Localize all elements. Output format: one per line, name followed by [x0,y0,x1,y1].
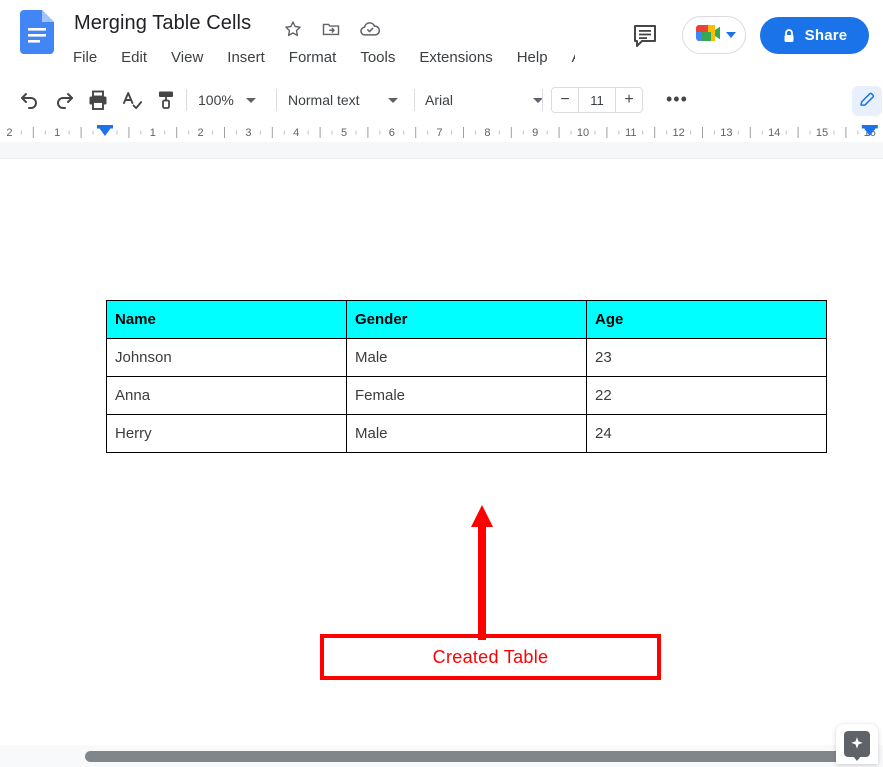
print-icon[interactable] [86,88,110,112]
google-meet-icon [693,21,723,50]
cloud-saved-icon[interactable] [359,19,381,39]
more-options-button[interactable]: ••• [666,90,688,108]
table-cell[interactable]: Herry [106,414,347,453]
font-size-stepper: − 11 + [551,87,643,113]
share-button[interactable]: Share [760,17,869,54]
svg-text:4: 4 [293,127,299,139]
svg-text:15: 15 [816,127,828,139]
svg-text:12: 12 [672,127,684,139]
table-cell[interactable]: Female [346,376,587,415]
svg-text:2: 2 [6,127,12,139]
google-docs-window: Merging Table Cells File Edit View Inser… [0,0,883,767]
share-label: Share [804,27,848,44]
svg-text:9: 9 [532,127,538,139]
comment-icon[interactable] [628,18,662,52]
table-cell[interactable]: 23 [586,338,827,377]
title-icon-group [283,19,381,39]
chevron-down-icon [387,97,398,103]
toolbar-divider [414,89,415,111]
annotation-label: Created Table [432,646,549,667]
spellcheck-icon[interactable] [120,88,144,112]
decrease-font-size-button[interactable]: − [552,88,578,112]
menu-item-edit[interactable]: Edit [121,47,147,69]
menu-item-extensions[interactable]: Extensions [419,47,492,69]
svg-text:1: 1 [150,127,156,139]
table-cell[interactable]: Male [346,338,587,377]
redo-icon[interactable] [52,88,76,112]
zoom-selector[interactable]: 100% [198,88,256,112]
menu-bar: File Edit View Insert Format Tools Exten… [73,47,589,69]
app-header: Merging Table Cells File Edit View Inser… [0,0,883,78]
google-docs-logo[interactable] [20,10,54,54]
google-meet-button[interactable] [682,16,746,54]
table-cell[interactable]: Male [346,414,587,453]
svg-text:13: 13 [720,127,732,139]
font-size-input[interactable]: 11 [578,88,616,112]
font-family-value: Arial [425,92,454,108]
horizontal-scrollbar-thumb[interactable] [85,751,865,762]
svg-text:7: 7 [437,127,443,139]
table-cell[interactable]: 24 [586,414,827,453]
increase-font-size-button[interactable]: + [616,88,642,112]
pencil-icon [858,90,876,113]
table-row: Herry Male 24 [106,414,827,453]
page-top-band [0,142,883,159]
table-row: Anna Female 22 [106,376,827,415]
paragraph-style-value: Normal text [288,92,360,108]
svg-text:10: 10 [577,127,589,139]
menu-item-view[interactable]: View [171,47,203,69]
star-icon[interactable] [283,19,303,39]
lock-icon [782,28,796,44]
svg-text:6: 6 [389,127,395,139]
annotation-callout-box: Created Table [320,634,661,680]
chevron-down-icon[interactable] [725,32,736,38]
horizontal-scrollbar-track[interactable] [0,745,883,767]
menu-item-format[interactable]: Format [289,47,337,69]
table-header-row: Name Gender Age [106,300,827,339]
explore-sparkle-icon [844,731,870,761]
toolbar-divider [542,89,543,111]
table-cell[interactable]: Johnson [106,338,347,377]
menu-item-insert[interactable]: Insert [227,47,265,69]
undo-icon[interactable] [18,88,42,112]
svg-text:5: 5 [341,127,347,139]
toolbar-divider [186,89,187,111]
ruler[interactable]: 2112345678910111213141516 [0,123,883,142]
paragraph-style-selector[interactable]: Normal text [288,88,398,112]
table-cell[interactable]: Anna [106,376,347,415]
document-table[interactable]: Name Gender Age Johnson Male 23 Anna Fem… [106,300,827,453]
up-arrow-icon [466,505,498,640]
table-header-age[interactable]: Age [586,300,827,339]
table-header-name[interactable]: Name [106,300,347,339]
menu-item-tools[interactable]: Tools [360,47,395,69]
svg-text:8: 8 [484,127,490,139]
menu-item-file[interactable]: File [73,47,97,69]
toolbar: 100% Normal text Arial [0,78,883,122]
edit-mode-button[interactable] [852,86,882,116]
chevron-down-icon [245,97,256,103]
menu-item-help[interactable]: Help [517,47,548,69]
table-header-gender[interactable]: Gender [346,300,587,339]
table-cell[interactable]: 22 [586,376,827,415]
document-title[interactable]: Merging Table Cells [74,12,251,35]
explore-sparkle-button[interactable] [836,724,878,764]
table-row: Johnson Male 23 [106,338,827,377]
svg-text:3: 3 [245,127,251,139]
svg-text:2: 2 [198,127,204,139]
paint-format-icon[interactable] [154,88,178,112]
move-to-folder-icon[interactable] [321,19,341,39]
svg-text:1: 1 [54,127,60,139]
svg-text:14: 14 [768,127,780,139]
svg-text:11: 11 [625,127,636,139]
zoom-value: 100% [198,92,234,108]
toolbar-divider [276,89,277,111]
font-family-selector[interactable]: Arial [425,88,543,112]
